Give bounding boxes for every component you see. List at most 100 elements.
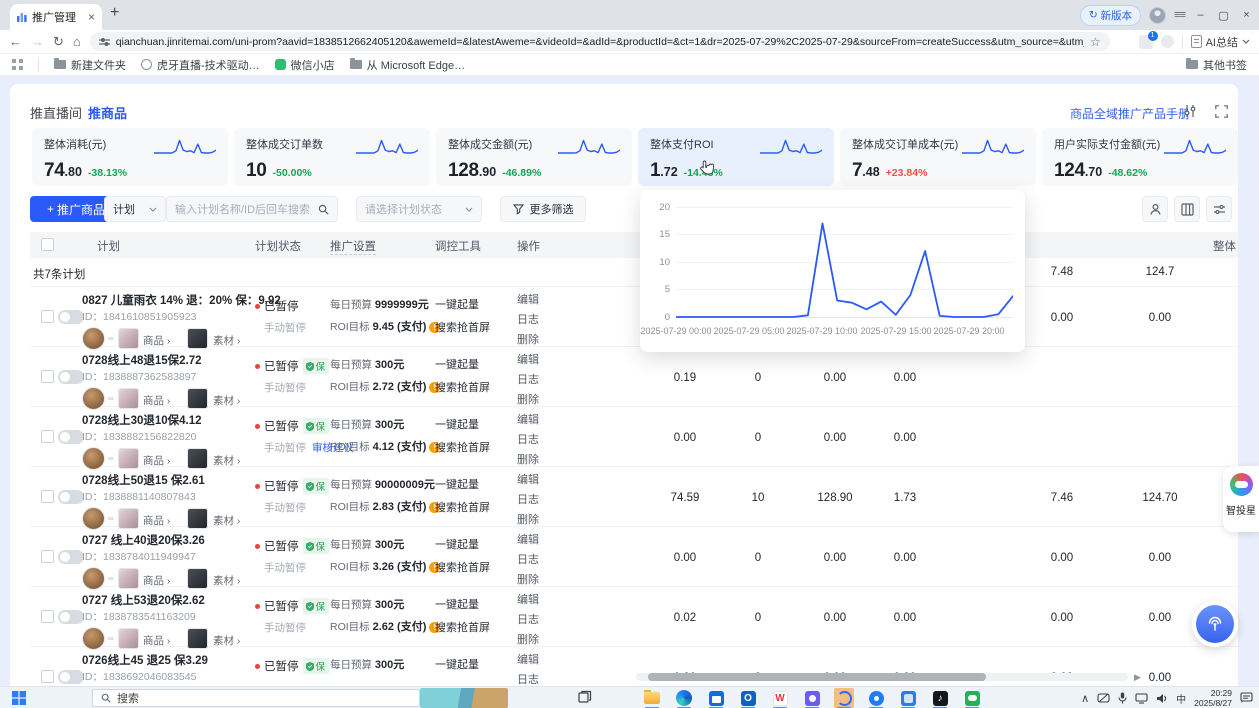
extensions-menu-icon[interactable] <box>1161 35 1174 48</box>
material-thumbnail[interactable] <box>187 328 208 349</box>
active-app-icon[interactable] <box>834 688 854 708</box>
one-key-boost-link[interactable]: 一键起量 <box>435 476 490 492</box>
delete-link[interactable]: 删除 <box>517 571 539 587</box>
material-thumbnail[interactable] <box>187 448 208 469</box>
product-thumbnail[interactable] <box>118 448 139 469</box>
tab-promote-product[interactable]: 推商品 <box>88 103 127 122</box>
row-checkbox[interactable] <box>41 370 54 383</box>
outlook-icon[interactable]: O <box>738 688 758 708</box>
tab-close-icon[interactable]: × <box>88 10 95 24</box>
column-header-settings[interactable]: 推广设置 <box>330 238 376 255</box>
edit-link[interactable]: 编辑 <box>517 291 539 307</box>
product-thumbnail[interactable] <box>118 328 139 349</box>
wps-icon[interactable]: W <box>770 688 790 708</box>
url-bar[interactable]: qianchuan.jinritemai.com/uni-prom?aavid=… <box>90 32 1110 51</box>
edit-link[interactable]: 编辑 <box>517 531 539 547</box>
settings-sliders-icon[interactable] <box>1180 101 1200 121</box>
product-link[interactable]: 商品 › <box>143 513 170 528</box>
home-icon[interactable]: ⌂ <box>73 35 81 48</box>
edit-link[interactable]: 编辑 <box>517 471 539 487</box>
edit-link[interactable]: 编辑 <box>517 411 539 427</box>
ms-store-icon[interactable] <box>706 688 726 708</box>
column-header-tools[interactable]: 调控工具 <box>435 238 481 254</box>
purple-app-icon[interactable] <box>802 688 822 708</box>
audience-manage-icon[interactable] <box>1142 196 1168 222</box>
campaign-title[interactable]: 0727 线上40退20保3.26 <box>82 532 252 548</box>
other-bookmarks[interactable]: 其他书签 <box>1186 57 1247 73</box>
product-link[interactable]: 商品 › <box>143 393 170 408</box>
log-link[interactable]: 日志 <box>517 671 539 686</box>
browser-profile-avatar[interactable] <box>1149 7 1166 24</box>
product-manual-link[interactable]: 商品全域推广产品手册 <box>1070 105 1190 122</box>
product-link[interactable]: 商品 › <box>143 453 170 468</box>
close-button[interactable]: × <box>1239 9 1254 21</box>
one-key-boost-link[interactable]: 一键起量 <box>435 656 479 672</box>
log-link[interactable]: 日志 <box>517 611 539 627</box>
row-checkbox[interactable] <box>41 490 54 503</box>
douyin-icon[interactable]: ♪ <box>930 688 950 708</box>
fullscreen-icon[interactable] <box>1211 101 1231 121</box>
material-thumbnail[interactable] <box>187 508 208 529</box>
custom-columns-icon[interactable] <box>1174 196 1200 222</box>
plan-type-select[interactable]: 计划 <box>104 196 166 222</box>
row-enable-toggle[interactable] <box>58 610 84 624</box>
row-enable-toggle[interactable] <box>58 310 84 324</box>
material-link[interactable]: 素材 › <box>213 633 240 648</box>
bookmark-star-icon[interactable]: ☆ <box>1090 35 1101 49</box>
bookmark-edge-import[interactable]: 从 Microsoft Edge… <box>350 57 465 73</box>
campaign-title[interactable]: 0726线上45 退25 保3.29 <box>82 652 252 668</box>
taskbar-clock[interactable]: 20:292025/8/27 <box>1194 688 1232 708</box>
product-link[interactable]: 商品 › <box>143 333 170 348</box>
material-link[interactable]: 素材 › <box>213 333 240 348</box>
volume-icon[interactable] <box>1156 693 1168 704</box>
plan-search-input[interactable]: 输入计划名称/ID后回车搜索 <box>166 196 338 222</box>
new-tab-button[interactable]: + <box>110 4 119 22</box>
ai-summary-button[interactable]: AI总结 <box>1191 34 1250 50</box>
one-key-boost-link[interactable]: 一键起量 <box>435 416 490 432</box>
blue-circle-app-icon[interactable] <box>866 688 886 708</box>
one-key-boost-link[interactable]: 一键起量 <box>435 296 490 312</box>
row-checkbox[interactable] <box>41 310 54 323</box>
delete-link[interactable]: 删除 <box>517 391 539 407</box>
microphone-icon[interactable] <box>1118 692 1127 704</box>
green-chat-app-icon[interactable] <box>962 688 982 708</box>
campaign-title[interactable]: 0728线上30退10保4.12 <box>82 412 252 428</box>
browser-tab[interactable]: 推广管理 × <box>10 4 102 30</box>
product-thumbnail[interactable] <box>118 628 139 649</box>
product-link[interactable]: 商品 › <box>143 573 170 588</box>
row-enable-toggle[interactable] <box>58 670 84 684</box>
metric-card[interactable]: 用户实际支付金额(元) 124.70 -48.62% <box>1042 128 1238 186</box>
select-all-checkbox[interactable] <box>41 238 54 251</box>
campaign-title[interactable]: 0827 儿童雨衣 14% 退：20% 保：9.92 <box>82 292 252 308</box>
edit-link[interactable]: 编辑 <box>517 591 539 607</box>
product-thumbnail[interactable] <box>118 568 139 589</box>
horizontal-scrollbar[interactable] <box>636 673 1128 681</box>
network-display-icon[interactable] <box>1135 693 1148 704</box>
search-top-screen-link[interactable]: 搜索抢首屏 <box>435 319 490 335</box>
campaign-title[interactable]: 0727 线上53退20保2.62 <box>82 592 252 608</box>
row-enable-toggle[interactable] <box>58 370 84 384</box>
minimize-button[interactable]: – <box>1193 9 1208 21</box>
reload-icon[interactable]: ↻ <box>53 35 64 48</box>
delete-link[interactable]: 删除 <box>517 331 539 347</box>
row-checkbox[interactable] <box>41 550 54 563</box>
file-explorer-icon[interactable] <box>642 688 662 708</box>
widgets-weather-thumbnail[interactable] <box>420 688 508 708</box>
row-checkbox[interactable] <box>41 670 54 683</box>
scroll-right-arrow[interactable]: ▶ <box>1134 672 1141 683</box>
tray-expand-icon[interactable]: ∧ <box>1081 692 1089 705</box>
search-top-screen-link[interactable]: 搜索抢首屏 <box>435 499 490 515</box>
taskbar-search[interactable]: 搜索 <box>92 689 420 707</box>
edit-link[interactable]: 编辑 <box>517 651 539 667</box>
scrollbar-thumb[interactable] <box>648 673 986 681</box>
notification-icon[interactable] <box>1240 692 1253 704</box>
product-link[interactable]: 商品 › <box>143 633 170 648</box>
more-filters-button[interactable]: 更多筛选 <box>500 196 586 222</box>
plan-status-select[interactable]: 请选择计划状态 <box>356 196 482 222</box>
search-icon[interactable] <box>318 204 329 215</box>
task-view-icon[interactable] <box>578 690 592 707</box>
live-assistant-button[interactable] <box>1192 601 1238 647</box>
blue-square-app-icon[interactable] <box>898 688 918 708</box>
search-top-screen-link[interactable]: 搜索抢首屏 <box>435 619 490 635</box>
metric-card[interactable]: 整体支付ROI 1.72 -14.43% <box>638 128 834 186</box>
